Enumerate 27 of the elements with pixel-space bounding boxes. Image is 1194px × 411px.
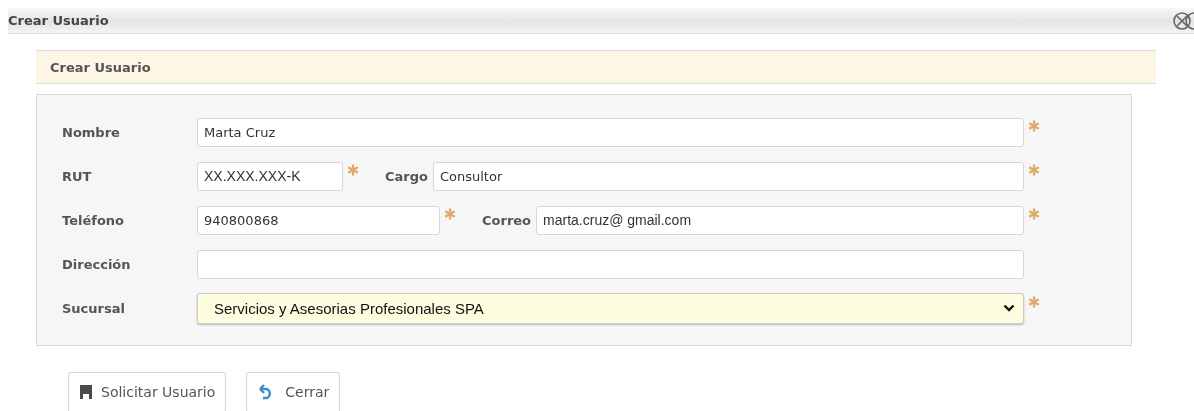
required-icon [444,208,456,220]
input-field[interactable]: Marta Cruz [197,117,1024,147]
field-label: Sucursal [62,300,126,316]
required-icon [1028,296,1040,308]
input-field[interactable] [197,249,1024,279]
panel-title: Crear Usuario [50,59,151,75]
close-button[interactable]: Cerrar [246,372,341,411]
field-label: Teléfono [62,212,125,228]
close-icon[interactable] [1172,9,1194,32]
input-field[interactable]: 940800868 [197,205,440,235]
field-label: Cargo [385,168,428,184]
field-label: RUT [62,168,93,184]
required-icon [347,164,359,176]
dropdown[interactable]: Servicios y Asesorias Profesionales SPA [197,292,1024,324]
input-field[interactable]: marta.cruz@ gmail.com [536,205,1024,235]
required-icon [1028,120,1040,132]
field-label: Nombre [62,124,121,140]
required-icon [1028,208,1040,220]
request-button[interactable]: Solicitar Usuario [68,372,227,411]
input-field[interactable]: Consultor [432,161,1024,191]
field-label: Dirección [62,256,132,272]
chevron-icon [1003,304,1015,312]
input-field[interactable]: XX.XXX.XXX-K [197,161,343,191]
field-label: Correo [482,212,532,228]
floppy-icon [79,384,93,400]
window-title: Crear Usuario [8,13,109,28]
required-icon [1028,164,1040,176]
